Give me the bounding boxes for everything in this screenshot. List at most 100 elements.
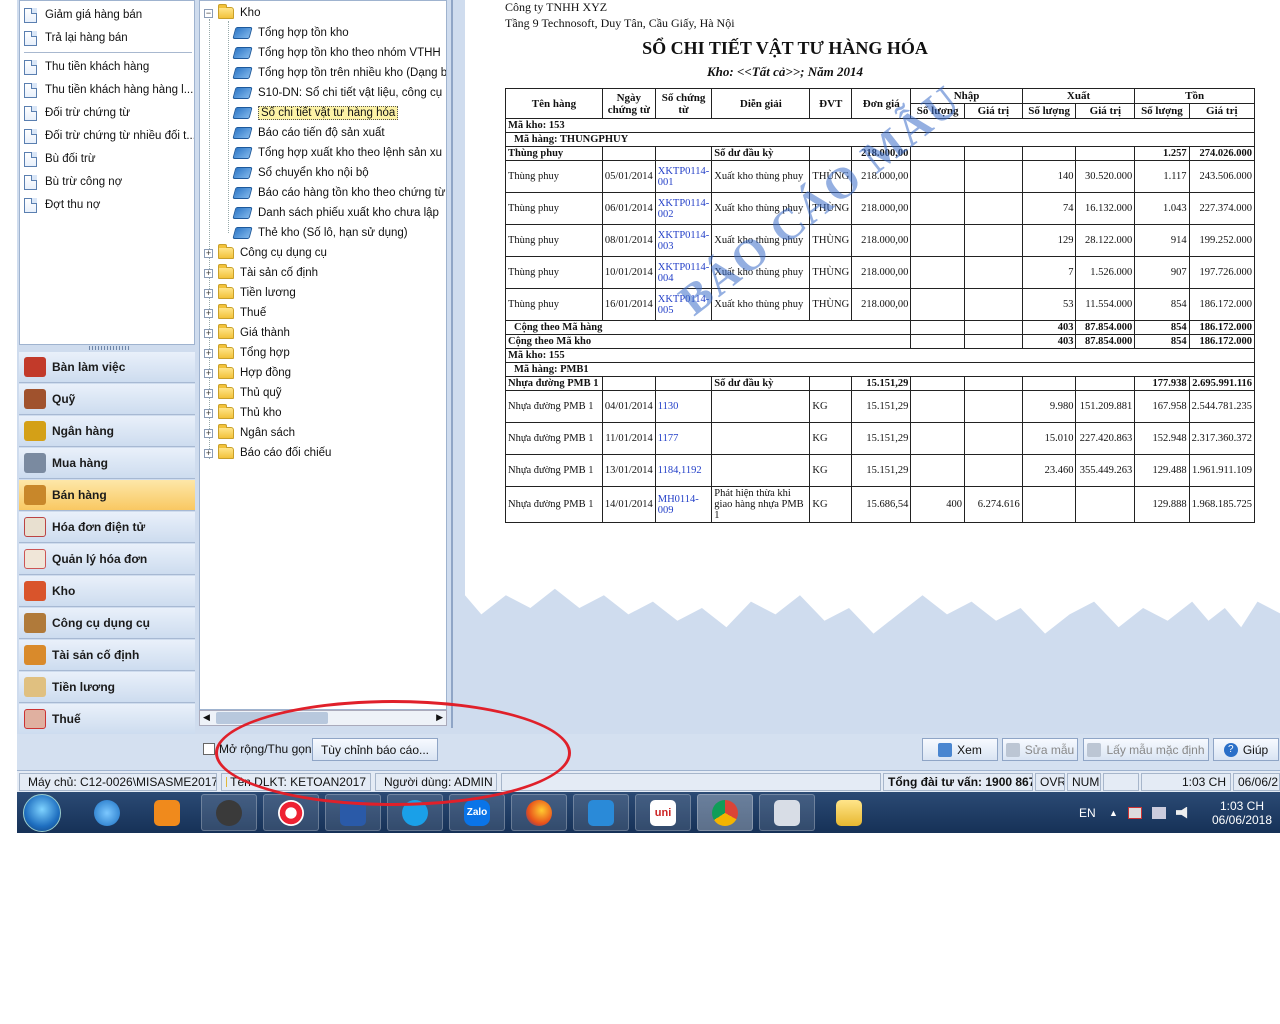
tree-folder[interactable]: + Công cụ dụng cụ	[204, 243, 327, 263]
expand-icon[interactable]: +	[204, 348, 213, 358]
taskbar-app-media[interactable]	[139, 794, 195, 831]
report-item[interactable]: Bù đối trừ	[24, 149, 96, 169]
tree-report[interactable]: Tổng hợp tồn kho	[232, 23, 349, 43]
report-item[interactable]: Thu tiền khách hàng hàng l...	[24, 80, 193, 100]
tree-report[interactable]: Báo cáo tiến độ sản xuất	[232, 123, 385, 143]
misa-report-icon	[774, 799, 800, 826]
ie-icon	[94, 799, 120, 826]
report-item[interactable]: Đợt thu nợ	[24, 195, 100, 215]
tree-report[interactable]: Sổ chuyển kho nội bộ	[232, 163, 369, 183]
report-item[interactable]: Bù trừ công nợ	[24, 172, 122, 192]
report-item[interactable]: Thu tiền khách hàng	[24, 57, 149, 77]
network-icon[interactable]	[1151, 806, 1166, 819]
nav-item-warehouse[interactable]: Kho	[19, 576, 195, 607]
show-hidden-icons-icon[interactable]: ▲	[1109, 808, 1118, 818]
taskbar-app-zalo[interactable]: Zalo	[449, 794, 505, 831]
nav-item-e-invoice[interactable]: Hóa đơn điện tử	[19, 512, 195, 543]
customize-report-button[interactable]: Tùy chỉnh báo cáo...	[312, 738, 438, 761]
tree-folder[interactable]: + Ngân sách	[204, 423, 295, 443]
nav-splitter[interactable]	[89, 346, 129, 350]
tree-folder[interactable]: + Tổng hợp	[204, 343, 290, 363]
tree-folder[interactable]: + Hợp đồng	[204, 363, 291, 383]
tree-report[interactable]: Thẻ kho (Số lô, hạn sử dụng)	[232, 223, 408, 243]
taskbar-app-teamviewer[interactable]	[573, 794, 629, 831]
report-item[interactable]: Đối trừ chứng từ	[24, 103, 130, 123]
status-hotline: Tổng đài tư vấn: 1900 8677	[883, 773, 1033, 791]
tree-report[interactable]: Tổng hợp tồn trên nhiều kho (Dạng b	[232, 63, 446, 83]
folder-icon	[218, 304, 234, 319]
tree-report[interactable]: Báo cáo hàng tồn kho theo chứng từ	[232, 183, 445, 203]
tree-folder[interactable]: + Tài sản cố định	[204, 263, 318, 283]
taskbar-app-unikey[interactable]: uni	[635, 794, 691, 831]
view-button[interactable]: Xem	[922, 738, 998, 761]
nav-item-fixed-assets[interactable]: Tài sản cố định	[19, 640, 195, 671]
tree-folder[interactable]: + Tiền lương	[204, 283, 296, 303]
scroll-right-icon[interactable]: ▶	[436, 712, 443, 723]
expand-icon[interactable]: +	[204, 368, 213, 378]
taskbar-clock[interactable]: 1:03 CH 06/06/2018	[1207, 792, 1277, 833]
safe-icon	[24, 389, 46, 409]
report-book-icon	[232, 87, 253, 99]
nav-item-purchase[interactable]: Mua hàng	[19, 448, 195, 479]
tree-folder[interactable]: + Giá thành	[204, 323, 290, 343]
report-item[interactable]: Trả lại hàng bán	[24, 28, 128, 48]
table-row: Nhựa đường PMB 1 14/01/2014 MH0114-009 Phát…	[505, 486, 1256, 523]
expand-icon[interactable]: +	[204, 428, 213, 438]
taskbar-app-lifebuoy[interactable]	[263, 794, 319, 831]
scroll-left-icon[interactable]: ◀	[203, 712, 210, 723]
expand-icon[interactable]: +	[204, 408, 213, 418]
taskbar-app-skype[interactable]	[387, 794, 443, 831]
taskbar-app-explorer[interactable]	[821, 794, 877, 831]
taskbar-app-mail[interactable]	[325, 794, 381, 831]
tree-horizontal-scrollbar[interactable]: ◀ ▶	[199, 710, 447, 726]
expand-icon[interactable]: +	[204, 288, 213, 298]
expand-icon[interactable]: +	[204, 268, 213, 278]
report-item[interactable]: Đối trừ chứng từ nhiều đối t...	[24, 126, 194, 146]
tree-folder[interactable]: + Báo cáo đối chiếu	[204, 443, 331, 463]
expand-icon[interactable]: +	[204, 448, 213, 458]
nav-item-invoice-management[interactable]: Quản lý hóa đơn	[19, 544, 195, 575]
start-button[interactable]	[23, 794, 61, 832]
collapse-icon[interactable]: −	[204, 8, 213, 18]
tree-folder-warehouse[interactable]: − Kho	[204, 3, 260, 23]
expand-icon[interactable]: +	[204, 248, 213, 258]
scrollbar-thumb[interactable]	[216, 712, 328, 724]
help-button[interactable]: ? Giúp	[1213, 738, 1279, 761]
tree-report[interactable]: S10-DN: Sổ chi tiết vật liệu, công cụ	[232, 83, 442, 103]
teamviewer-icon	[588, 799, 614, 826]
report-icon	[24, 151, 37, 167]
report-icon	[24, 105, 37, 121]
edit-template-button[interactable]: Sửa mẫu	[1002, 738, 1078, 761]
tree-report[interactable]: Tổng hợp tồn kho theo nhóm VTHH	[232, 43, 441, 63]
nav-item-desktop[interactable]: Bàn làm việc	[19, 352, 195, 383]
expand-icon[interactable]: +	[204, 388, 213, 398]
report-item[interactable]: Giảm giá hàng bán	[24, 5, 142, 25]
tree-folder[interactable]: + Thủ quỹ	[204, 383, 282, 403]
tree-folder[interactable]: + Thủ kho	[204, 403, 282, 423]
taskbar-app-chrome[interactable]	[697, 794, 753, 831]
expand-icon[interactable]: +	[204, 328, 213, 338]
taskbar-app-misa-report[interactable]	[759, 794, 815, 831]
checkbox[interactable]	[203, 743, 215, 755]
module-navigation: Bàn làm việc Quỹ Ngân hàng Mua hàng Bán …	[19, 346, 195, 756]
taskbar-app-ie[interactable]	[79, 794, 135, 831]
tree-report-selected[interactable]: Sổ chi tiết vật tư hàng hóa	[232, 103, 399, 123]
action-center-icon[interactable]	[1127, 806, 1142, 819]
folder-icon	[218, 284, 234, 299]
nav-item-tools[interactable]: Công cụ dụng cụ	[19, 608, 195, 639]
tree-report[interactable]: Danh sách phiếu xuất kho chưa lập	[232, 203, 439, 223]
tree-folder[interactable]: + Thuế	[204, 303, 266, 323]
expand-icon[interactable]: +	[204, 308, 213, 318]
default-template-button[interactable]: Lấy mẫu mặc định	[1083, 738, 1209, 761]
volume-icon[interactable]	[1175, 806, 1188, 819]
nav-item-cash[interactable]: Quỹ	[19, 384, 195, 415]
nav-item-payroll[interactable]: Tiền lương	[19, 672, 195, 703]
nav-item-sales[interactable]: Bán hàng	[19, 480, 195, 511]
taskbar-app-firefox[interactable]	[511, 794, 567, 831]
tree-report[interactable]: Tổng hợp xuất kho theo lệnh sản xu	[232, 143, 442, 163]
language-indicator[interactable]: EN	[1079, 792, 1096, 833]
taskbar-app-misa[interactable]	[201, 794, 257, 831]
expand-collapse-checkbox[interactable]: Mở rộng/Thu gọn	[203, 742, 312, 756]
nav-item-tax[interactable]: Thuế	[19, 704, 195, 735]
nav-item-bank[interactable]: Ngân hàng	[19, 416, 195, 447]
